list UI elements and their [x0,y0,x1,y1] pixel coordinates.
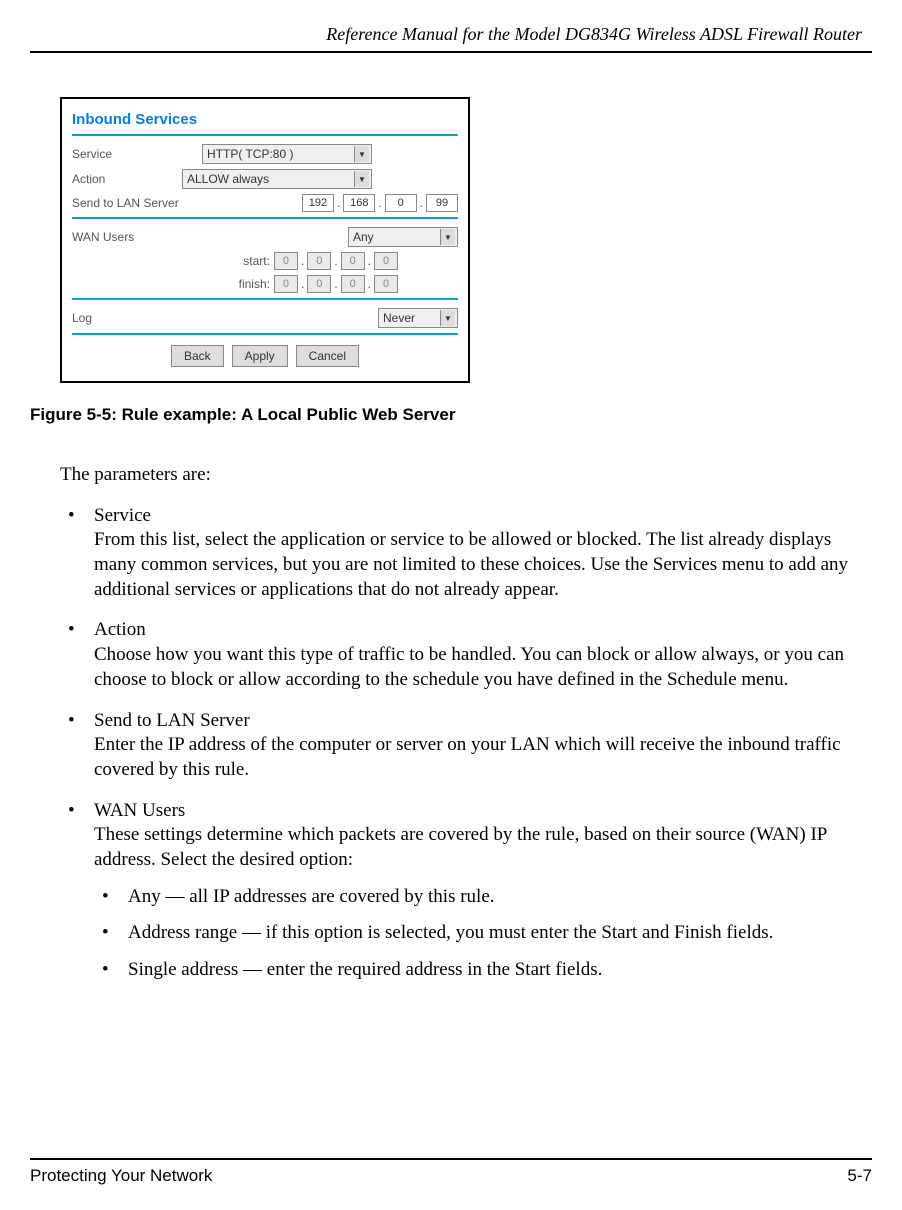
apply-button[interactable]: Apply [232,345,288,367]
figure-divider [72,298,458,300]
manual-header: Reference Manual for the Model DG834G Wi… [30,0,872,45]
footer-rule [30,1158,872,1160]
start-ip-group: 0. 0. 0. 0 [274,252,398,270]
row-start: start: 0. 0. 0. 0 [72,252,458,270]
action-select[interactable]: ALLOW always ▼ [182,169,372,189]
lan-ip-4[interactable]: 99 [426,194,458,212]
finish-ip-2: 0 [307,275,331,293]
lan-ip-3[interactable]: 0 [385,194,417,212]
row-log: Log Never ▼ [72,308,458,328]
label-service: Service [72,147,202,161]
wan-select[interactable]: Any ▼ [348,227,458,247]
item-title: Send to LAN Server [94,710,250,731]
cancel-button[interactable]: Cancel [296,345,359,367]
row-action: Action ALLOW always ▼ [72,169,458,189]
start-ip-2: 0 [307,252,331,270]
service-select[interactable]: HTTP( TCP:80 ) ▼ [202,144,372,164]
footer-section: Protecting Your Network [30,1166,212,1186]
figure-heading: Inbound Services [72,111,458,128]
log-select[interactable]: Never ▼ [378,308,458,328]
intro-text: The parameters are: [60,463,862,488]
label-wan: WAN Users [72,230,202,244]
start-ip-1: 0 [274,252,298,270]
chevron-down-icon: ▼ [354,146,369,162]
list-item: Address range — if this option is select… [94,921,862,946]
caption-prefix: Figure 5-5: Rule example: [30,405,241,424]
body-content: The parameters are: Service From this li… [60,463,862,983]
action-select-value: ALLOW always [187,172,350,186]
label-start: start: [228,254,270,268]
finish-ip-1: 0 [274,275,298,293]
label-log: Log [72,311,202,325]
label-lan: Send to LAN Server [72,196,202,210]
header-rule [30,51,872,53]
wan-select-value: Any [353,230,436,244]
chevron-down-icon: ▼ [440,310,455,326]
row-wan: WAN Users Any ▼ [72,227,458,247]
label-finish: finish: [228,277,270,291]
figure-divider [72,217,458,219]
finish-ip-3: 0 [341,275,365,293]
item-text: These settings determine which packets a… [94,824,827,870]
back-button[interactable]: Back [171,345,224,367]
figure-divider [72,134,458,136]
item-title: Service [94,505,151,526]
list-item: Any — all IP addresses are covered by th… [94,885,862,910]
item-text: Choose how you want this type of traffic… [94,644,844,690]
figure-caption: Figure 5-5: Rule example: A Local Public… [30,405,872,425]
lan-ip-1[interactable]: 192 [302,194,334,212]
parameter-list: Service From this list, select the appli… [60,504,862,983]
service-select-value: HTTP( TCP:80 ) [207,147,350,161]
finish-ip-group: 0. 0. 0. 0 [274,275,398,293]
lan-ip-2[interactable]: 168 [343,194,375,212]
chevron-down-icon: ▼ [354,171,369,187]
item-title: WAN Users [94,800,185,821]
sub-list: Any — all IP addresses are covered by th… [94,885,862,983]
list-item: Service From this list, select the appli… [60,504,862,603]
item-text: From this list, select the application o… [94,529,848,599]
list-item: Single address — enter the required addr… [94,958,862,983]
page-number: 5-7 [847,1166,872,1186]
row-lan: Send to LAN Server 192. 168. 0. 99 [72,194,458,212]
row-finish: finish: 0. 0. 0. 0 [72,275,458,293]
button-row: Back Apply Cancel [72,345,458,367]
figure-screenshot: Inbound Services Service HTTP( TCP:80 ) … [60,97,470,383]
list-item: Action Choose how you want this type of … [60,618,862,692]
chevron-down-icon: ▼ [440,229,455,245]
item-text: Enter the IP address of the computer or … [94,734,841,780]
list-item: WAN Users These settings determine which… [60,799,862,983]
page-footer: Protecting Your Network 5-7 [30,1158,872,1186]
list-item: Send to LAN Server Enter the IP address … [60,709,862,783]
start-ip-3: 0 [341,252,365,270]
lan-ip-group: 192. 168. 0. 99 [302,194,458,212]
caption-title: A Local Public Web Server [241,405,455,424]
label-action: Action [72,172,182,186]
figure-divider [72,333,458,335]
finish-ip-4: 0 [374,275,398,293]
row-service: Service HTTP( TCP:80 ) ▼ [72,144,458,164]
item-title: Action [94,619,146,640]
log-select-value: Never [383,311,436,325]
start-ip-4: 0 [374,252,398,270]
